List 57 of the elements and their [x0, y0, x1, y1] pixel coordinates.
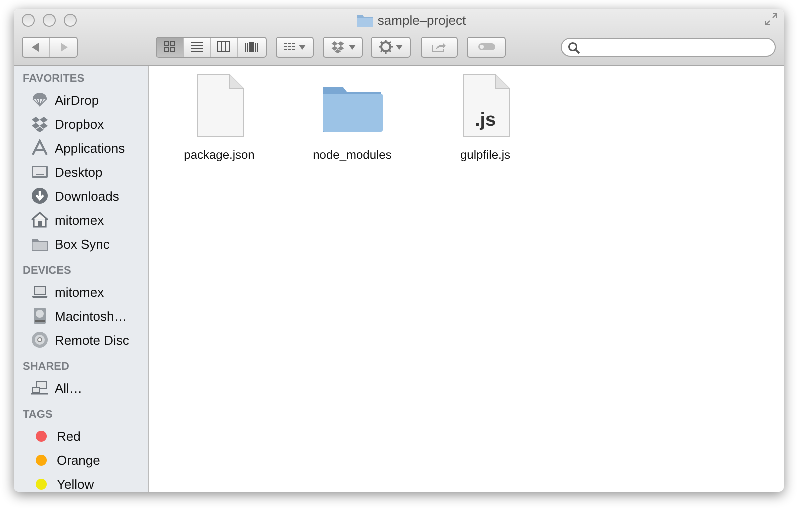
- applications-icon: [31, 139, 49, 157]
- sidebar-item[interactable]: AirDrop: [14, 88, 148, 112]
- action-button[interactable]: [371, 36, 411, 58]
- close-button[interactable]: [22, 14, 35, 26]
- gear-icon: [379, 40, 393, 54]
- sidebar-section-header: FAVORITES: [22, 72, 86, 87]
- file-item[interactable]: package.json: [153, 74, 286, 162]
- sidebar-section-header: SHARED: [22, 360, 70, 375]
- arrange-button[interactable]: [276, 36, 314, 58]
- sidebar-item[interactable]: Box Sync: [14, 232, 148, 256]
- laptop-icon: [31, 283, 49, 301]
- sidebar-item[interactable]: Dropbox: [14, 112, 148, 136]
- disc-icon: [31, 331, 49, 349]
- sidebar-item[interactable]: Yellow: [14, 472, 148, 492]
- sidebar-item[interactable]: Macintosh…: [14, 304, 148, 328]
- sidebar-item[interactable]: Red: [14, 424, 148, 448]
- sidebar-item[interactable]: Downloads: [14, 184, 148, 208]
- network-icon: [31, 379, 49, 397]
- dropbox-icon: [330, 40, 346, 54]
- sidebar-item[interactable]: Applications: [14, 136, 148, 160]
- caret-icon: [349, 44, 356, 50]
- view-mode-control[interactable]: [156, 36, 267, 58]
- tag-button[interactable]: [467, 36, 506, 58]
- file-item[interactable]: .js gulpfile.js: [419, 74, 552, 162]
- arrange-icon: [284, 42, 296, 52]
- dropbox-button[interactable]: [323, 36, 363, 58]
- zoom-button[interactable]: [64, 14, 77, 26]
- download-icon: [31, 187, 49, 205]
- icon-view-icon: [162, 39, 178, 55]
- sidebar-item[interactable]: Remote Disc: [14, 328, 148, 352]
- caret-icon: [299, 44, 306, 50]
- caret-icon: [396, 44, 403, 50]
- share-icon: [432, 41, 447, 53]
- sidebar-item[interactable]: Desktop: [14, 160, 148, 184]
- sidebar-item[interactable]: Orange: [14, 448, 148, 472]
- sidebar-section-header: TAGS: [22, 408, 54, 423]
- sidebar-item[interactable]: mitomex: [14, 280, 148, 304]
- toggle-icon: [478, 43, 496, 51]
- fullscreen-icon[interactable]: [765, 13, 778, 26]
- search-field[interactable]: [561, 38, 776, 56]
- parachute-icon: [31, 91, 49, 109]
- house-icon: [31, 211, 49, 229]
- folder-icon: [356, 14, 373, 26]
- back-arrow-icon: [32, 42, 40, 52]
- sidebar-item[interactable]: mitomex: [14, 208, 148, 232]
- sidebar-section-header: DEVICES: [22, 264, 72, 279]
- desktop-icon: [31, 163, 49, 181]
- column-view-icon: [216, 39, 232, 55]
- file-type-label: .js: [474, 110, 498, 132]
- dropbox-icon: [31, 115, 49, 133]
- minimize-button[interactable]: [43, 14, 56, 26]
- file-item[interactable]: node_modules: [286, 74, 419, 162]
- window-title: sample–project: [378, 12, 466, 28]
- sidebar-item[interactable]: All…: [14, 376, 148, 400]
- forward-arrow-icon: [60, 42, 68, 52]
- share-button[interactable]: [421, 36, 458, 58]
- view-mode-button[interactable]: [157, 38, 184, 56]
